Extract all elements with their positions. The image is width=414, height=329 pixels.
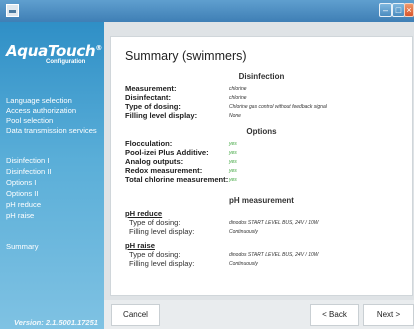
filling-level-label: Filling level display:	[125, 111, 198, 120]
ph-raise-heading: pH raise	[125, 241, 155, 250]
flocculation-label: Flocculation:	[125, 139, 173, 148]
section-title-ph: pH measurement	[229, 196, 294, 205]
ph-reduce-heading: pH reduce	[125, 209, 163, 218]
page-title: Summary (swimmers)	[125, 49, 247, 63]
ph-raise-filling-label: Filling level display:	[129, 259, 195, 268]
sidebar-item-language-selection[interactable]: Language selection	[6, 96, 72, 105]
disinfectant-value: chlorine	[229, 95, 247, 101]
minimize-button[interactable]: –	[379, 3, 392, 17]
ph-raise-dosing-value: dinodos START LEVEL BUS, 24V / 10W	[229, 252, 319, 258]
flocculation-value: yes	[229, 141, 237, 147]
dosing-type-value: Chlorine gas control without feedback si…	[229, 104, 327, 110]
ph-reduce-dosing-label: Type of dosing:	[129, 218, 181, 227]
sidebar-item-summary[interactable]: Summary	[6, 242, 39, 251]
ph-raise-filling-value: Continuously	[229, 261, 258, 267]
analog-outputs-value: yes	[229, 159, 237, 165]
sidebar-item-ph-reduce[interactable]: pH reduce	[6, 200, 41, 209]
app-logo-subtitle: Configuration	[46, 59, 86, 65]
sidebar: AquaTouch® Configuration Language select…	[0, 22, 104, 329]
app-logo: AquaTouch®	[6, 42, 103, 60]
total-chlorine-value: yes	[229, 177, 237, 183]
window-titlebar: – □ ×	[0, 0, 414, 22]
filling-level-value: None	[229, 113, 241, 119]
ph-raise-dosing-label: Type of dosing:	[129, 250, 181, 259]
ph-reduce-dosing-value: dinodos START LEVEL BUS, 24V / 10W	[229, 220, 319, 226]
ph-reduce-filling-label: Filling level display:	[129, 227, 195, 236]
next-button[interactable]: Next >	[363, 304, 414, 326]
measurement-label: Measurement:	[125, 84, 177, 93]
sidebar-item-data-transmission[interactable]: Data transmission services	[6, 126, 97, 135]
disinfectant-label: Disinfectant:	[125, 93, 171, 102]
total-chlorine-label: Total chlorine measurement:	[125, 175, 229, 184]
analog-outputs-label: Analog outputs:	[125, 157, 184, 166]
redox-value: yes	[229, 168, 237, 174]
sidebar-item-ph-raise[interactable]: pH raise	[6, 211, 34, 220]
measurement-value: chlorine	[229, 86, 247, 92]
sidebar-item-pool-selection[interactable]: Pool selection	[6, 116, 53, 125]
sidebar-item-options-1[interactable]: Options I	[6, 178, 36, 187]
additive-value: yes	[229, 150, 237, 156]
redox-label: Redox measurement:	[125, 166, 203, 175]
close-button[interactable]: ×	[404, 3, 414, 17]
summary-panel: Summary (swimmers) Disinfection Measurem…	[110, 36, 413, 296]
sidebar-item-disinfection-1[interactable]: Disinfection I	[6, 156, 49, 165]
cancel-button[interactable]: Cancel	[111, 304, 160, 326]
sidebar-item-access-authorization[interactable]: Access authorization	[6, 106, 76, 115]
sidebar-item-options-2[interactable]: Options II	[6, 189, 39, 198]
version-label: Version: 2.1.5001.17251	[14, 318, 98, 327]
dosing-type-label: Type of dosing:	[125, 102, 181, 111]
section-title-options: Options	[246, 127, 277, 136]
sidebar-item-disinfection-2[interactable]: Disinfection II	[6, 167, 52, 176]
ph-reduce-filling-value: Continuously	[229, 229, 258, 235]
additive-label: Pool-izei Plus Additive:	[125, 148, 209, 157]
app-icon	[6, 4, 19, 17]
section-title-disinfection: Disinfection	[238, 72, 285, 81]
back-button[interactable]: < Back	[310, 304, 359, 326]
